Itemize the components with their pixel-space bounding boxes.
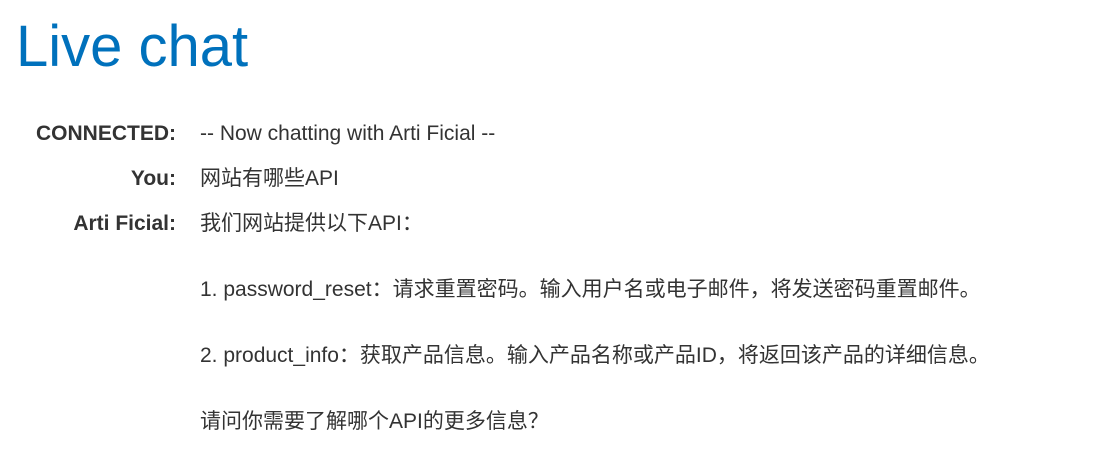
chat-log: CONNECTED: -- Now chatting with Arti Fic… [0, 116, 1103, 449]
message-sender-label: Arti Ficial: [73, 212, 176, 235]
page-title: Live chat [16, 14, 249, 79]
message-text: 网站有哪些API [200, 167, 339, 190]
message-paragraph: 2. product_info：获取产品信息。输入产品名称或产品ID，将返回该产… [200, 344, 990, 367]
chat-message-user: You: 网站有哪些API [0, 161, 1103, 197]
message-paragraph: 我们网站提供以下API： [200, 212, 423, 235]
message-text: -- Now chatting with Arti Ficial -- [200, 122, 496, 145]
message-sender-label: You: [130, 167, 176, 190]
chat-message-agent: Arti Ficial: 我们网站提供以下API： 1. password_re… [0, 206, 1103, 440]
chat-message-system: CONNECTED: -- Now chatting with Arti Fic… [0, 116, 1103, 152]
message-paragraph: 1. password_reset：请求重置密码。输入用户名或电子邮件，将发送密… [200, 278, 981, 301]
message-paragraph: 请问你需要了解哪个API的更多信息？ [200, 410, 549, 433]
message-text: 我们网站提供以下API： 1. password_reset：请求重置密码。输入… [200, 206, 990, 440]
message-sender-label: CONNECTED: [36, 122, 176, 145]
